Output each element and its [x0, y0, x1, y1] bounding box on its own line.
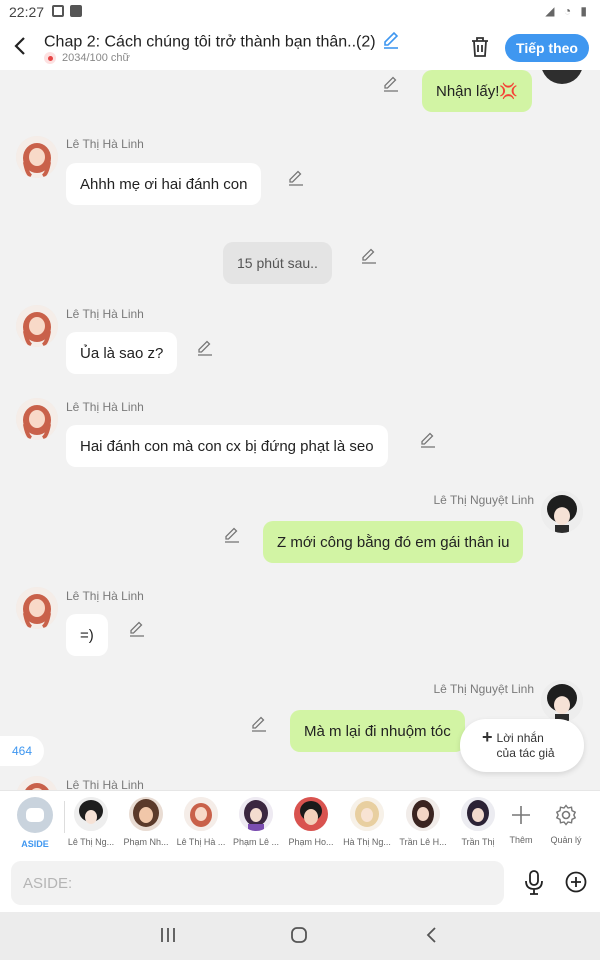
recent-apps-icon[interactable] — [159, 926, 177, 944]
pencil-icon[interactable] — [383, 76, 399, 92]
character-item[interactable]: Lê Thị Ng... — [64, 797, 118, 847]
status-time: 22:27 — [9, 4, 45, 20]
avatar[interactable] — [16, 136, 58, 178]
avatar[interactable] — [541, 491, 583, 533]
add-circle-icon[interactable] — [565, 871, 587, 898]
edit-icon[interactable] — [382, 31, 400, 54]
character-label: Phạm Nh... — [123, 837, 169, 847]
character-label: Quản lý — [550, 835, 582, 845]
pencil-icon[interactable] — [129, 621, 145, 637]
avatar[interactable] — [541, 680, 583, 722]
message-bubble[interactable]: Mà m lại đi nhuộm tóc — [290, 710, 465, 752]
character-label: Lê Thị Ng... — [67, 837, 115, 847]
microphone-icon[interactable] — [524, 870, 544, 901]
message-input[interactable] — [11, 861, 504, 905]
avatar — [461, 797, 495, 831]
avatar[interactable] — [16, 587, 58, 629]
character-item[interactable]: Hà Thị Ng... — [340, 797, 394, 847]
trash-icon[interactable] — [470, 36, 490, 63]
pencil-icon[interactable] — [197, 340, 213, 356]
author-note-button[interactable]: + Lời nhắn của tác giả — [460, 719, 584, 772]
word-count: 2034/100 chữ — [62, 52, 130, 64]
character-label: ASIDE — [21, 839, 49, 849]
character-label: Phạm Lê ... — [232, 837, 280, 847]
avatar — [406, 797, 440, 831]
gallery-notification-icon — [52, 5, 64, 17]
narration-bubble[interactable]: 15 phút sau.. — [223, 242, 332, 284]
pencil-icon[interactable] — [251, 716, 267, 732]
character-label: Hà Thị Ng... — [343, 837, 391, 847]
message-bubble[interactable]: Ủa là sao z? — [66, 332, 178, 374]
back-icon[interactable] — [14, 34, 30, 58]
avatar[interactable] — [541, 70, 583, 84]
character-item[interactable]: Phạm Lê ... — [229, 797, 283, 847]
app-notification-icon — [70, 5, 82, 17]
message-bubble[interactable]: Ahhh mẹ ơi hai đánh con — [66, 163, 262, 205]
avatar — [239, 797, 273, 831]
status-dot-icon — [44, 52, 56, 64]
avatar[interactable] — [16, 776, 58, 790]
chapter-title: Chap 2: Cách chúng tôi trở thành bạn thâ… — [44, 33, 376, 51]
sender-name: Lê Thị Hà Linh — [66, 307, 144, 321]
avatar — [350, 797, 384, 831]
status-bar: 22:27 ◢ ◔ ▮ — [0, 0, 600, 24]
word-count-row: 2034/100 chữ — [44, 52, 130, 64]
character-label: Phạm Ho... — [288, 837, 334, 847]
pencil-icon[interactable] — [420, 432, 436, 448]
character-label: Lê Thị Hà ... — [176, 837, 226, 847]
author-note-label: Lời nhắn của tác giả — [496, 730, 555, 760]
chapter-header: Chap 2: Cách chúng tôi trở thành bạn thâ… — [0, 24, 600, 70]
sender-name: Lê Thị Hà Linh — [66, 137, 144, 151]
character-item[interactable]: Phạm Ho... — [284, 797, 338, 847]
input-bar — [0, 854, 600, 912]
manage-button[interactable]: Quản lý — [539, 797, 593, 845]
plus-icon: + — [482, 727, 493, 747]
avatar — [184, 797, 218, 831]
character-item[interactable]: Phạm Nh... — [119, 797, 173, 847]
character-label: Trần Lê H... — [399, 837, 447, 847]
avatar — [129, 797, 163, 831]
chapter-title-row[interactable]: Chap 2: Cách chúng tôi trở thành bạn thâ… — [44, 31, 400, 54]
message-bubble[interactable]: Nhận lấy!💢 — [422, 70, 533, 112]
message-bubble[interactable]: Z mới công bằng đó em gái thân iu — [263, 521, 524, 563]
sender-name: Lê Thị Nguyệt Linh — [433, 682, 534, 696]
message-bubble[interactable]: Hai đánh con mà con cx bị đứng phạt là s… — [66, 425, 388, 467]
sender-name: Lê Thị Nguyệt Linh — [433, 493, 534, 507]
next-chapter-button[interactable]: Tiếp theo — [505, 34, 589, 62]
pencil-icon[interactable] — [224, 527, 240, 543]
home-icon[interactable] — [290, 926, 308, 944]
sender-name: Lê Thị Hà Linh — [66, 400, 144, 414]
character-item[interactable]: Trần Lê H... — [396, 797, 450, 847]
character-aside[interactable]: ASIDE — [8, 797, 62, 849]
avatar — [74, 797, 108, 831]
character-item[interactable]: Lê Thị Hà ... — [174, 797, 228, 847]
nav-back-icon[interactable] — [424, 926, 438, 944]
avatar — [294, 797, 328, 831]
sender-name: Lê Thị Hà Linh — [66, 589, 144, 603]
aside-chat-icon — [17, 797, 53, 833]
pencil-icon[interactable] — [361, 248, 377, 264]
avatar[interactable] — [16, 398, 58, 440]
pencil-icon[interactable] — [288, 170, 304, 186]
system-nav-bar — [0, 912, 600, 960]
notification-icons — [52, 5, 82, 17]
chat-area[interactable]: Nhận lấy!💢 Lê Thị Hà Linh Ahhh mẹ ơi hai… — [0, 70, 600, 790]
gear-icon — [539, 797, 593, 833]
system-status-icons: ◢ ◔ ▮ — [545, 4, 590, 18]
avatar[interactable] — [16, 305, 58, 347]
sender-name: Lê Thị Hà Linh — [66, 778, 144, 790]
unread-count-badge[interactable]: 464 — [0, 736, 44, 766]
message-bubble[interactable]: =) — [66, 614, 108, 656]
character-bar: ASIDE Lê Thị Ng... Phạm Nh... Lê Thị Hà … — [0, 790, 600, 854]
